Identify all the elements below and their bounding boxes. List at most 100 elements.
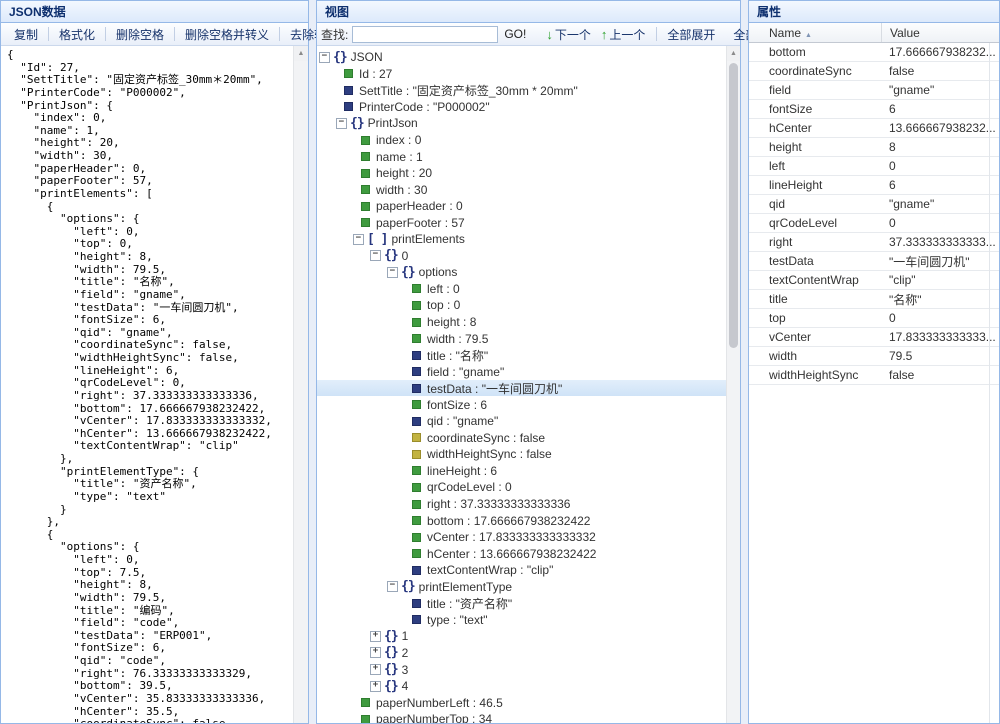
property-row[interactable]: height 8 xyxy=(749,138,999,157)
property-value: 8 xyxy=(881,138,999,156)
tree-node[interactable]: width : 30 xyxy=(317,181,726,198)
tree-scrollbar[interactable]: ▲ xyxy=(726,46,740,723)
tree-node[interactable]: +{}1 xyxy=(317,628,726,645)
property-row[interactable]: hCenter 13.666667938232... xyxy=(749,119,999,138)
property-row[interactable]: coordinateSync false xyxy=(749,62,999,81)
scroll-up-icon[interactable]: ▲ xyxy=(727,46,740,61)
tree-node[interactable]: hCenter : 13.666667938232422 xyxy=(317,545,726,562)
tree-node[interactable]: Id : 27 xyxy=(317,66,726,83)
expand-icon[interactable]: + xyxy=(370,664,381,675)
scrollbar-thumb[interactable] xyxy=(729,63,738,348)
search-input[interactable] xyxy=(352,26,498,43)
tree-node[interactable]: bottom : 17.666667938232422 xyxy=(317,512,726,529)
indent-guide xyxy=(317,612,334,629)
collapse-icon[interactable]: − xyxy=(319,52,330,63)
tree-node[interactable]: field : "gname" xyxy=(317,363,726,380)
collapse-icon[interactable]: − xyxy=(353,234,364,245)
property-row[interactable]: fontSize 6 xyxy=(749,100,999,119)
property-name: width xyxy=(749,349,881,363)
property-row[interactable]: vCenter 17.833333333333... xyxy=(749,328,999,347)
go-button[interactable]: GO! xyxy=(504,27,526,41)
tree-node[interactable]: height : 20 xyxy=(317,165,726,182)
left-toolbar-button-0[interactable]: 复制 xyxy=(5,26,47,43)
property-row[interactable]: testData "一车间圆刀机" xyxy=(749,252,999,271)
property-row[interactable]: lineHeight 6 xyxy=(749,176,999,195)
tree-node-label: paperHeader : 0 xyxy=(376,199,463,213)
tree-node[interactable]: vCenter : 17.833333333333332 xyxy=(317,529,726,546)
tree-node[interactable]: qid : "gname" xyxy=(317,413,726,430)
property-row[interactable]: field "gname" xyxy=(749,81,999,100)
tree-node[interactable]: +{}3 xyxy=(317,661,726,678)
left-toolbar-button-2[interactable]: 删除空格 xyxy=(107,26,173,43)
property-row[interactable]: qrCodeLevel 0 xyxy=(749,214,999,233)
prev-button[interactable]: ↑上一个 xyxy=(601,26,646,43)
tree-node[interactable]: widthHeightSync : false xyxy=(317,446,726,463)
collapse-icon[interactable]: − xyxy=(387,267,398,278)
collapse-icon[interactable]: − xyxy=(336,118,347,129)
property-row[interactable]: qid "gname" xyxy=(749,195,999,214)
tree-node[interactable]: testData : "一车间圆刀机" xyxy=(317,380,726,397)
tree-node[interactable]: SettTitle : "固定资产标签_30mm * 20mm" xyxy=(317,82,726,99)
json-text-editor[interactable]: { "Id": 27, "SettTitle": "固定资产标签_30mm＊20… xyxy=(1,46,308,723)
tree-node[interactable]: coordinateSync : false xyxy=(317,430,726,447)
tree-node[interactable]: name : 1 xyxy=(317,148,726,165)
tree-node[interactable]: title : "资产名称" xyxy=(317,595,726,612)
tree-node[interactable]: −{}JSON xyxy=(317,49,726,66)
left-scrollbar[interactable]: ▲ xyxy=(293,46,308,723)
property-name: fontSize xyxy=(749,102,881,116)
tree-node[interactable]: left : 0 xyxy=(317,281,726,298)
expand-icon[interactable]: + xyxy=(370,681,381,692)
expand-icon[interactable]: + xyxy=(370,647,381,658)
property-row[interactable]: top 0 xyxy=(749,309,999,328)
collapse-icon[interactable]: − xyxy=(387,581,398,592)
tree-node[interactable]: −{}printElementType xyxy=(317,579,726,596)
property-row[interactable]: bottom 17.666667938232... xyxy=(749,43,999,62)
left-toolbar-button-1[interactable]: 格式化 xyxy=(50,26,104,43)
indent-guide xyxy=(334,330,351,347)
property-row[interactable]: title "名称" xyxy=(749,290,999,309)
tree-node[interactable]: right : 37.33333333333336 xyxy=(317,496,726,513)
tree-node[interactable]: top : 0 xyxy=(317,297,726,314)
tree-node[interactable]: PrinterCode : "P000002" xyxy=(317,99,726,116)
tree-node[interactable]: −{}0 xyxy=(317,248,726,265)
column-header-value[interactable]: Value xyxy=(881,23,999,42)
tree-node[interactable]: paperFooter : 57 xyxy=(317,214,726,231)
json-raw-text[interactable]: { "Id": 27, "SettTitle": "固定资产标签_30mm＊20… xyxy=(1,46,293,723)
tree-node[interactable]: height : 8 xyxy=(317,314,726,331)
tree-node[interactable]: paperHeader : 0 xyxy=(317,198,726,215)
tree-node[interactable]: title : "名称" xyxy=(317,347,726,364)
column-header-name[interactable]: Name▲ xyxy=(749,26,881,40)
collapse-icon[interactable]: − xyxy=(370,250,381,261)
property-row[interactable]: left 0 xyxy=(749,157,999,176)
tree-node[interactable]: type : "text" xyxy=(317,612,726,629)
tree-node[interactable]: width : 79.5 xyxy=(317,330,726,347)
property-row[interactable]: width 79.5 xyxy=(749,347,999,366)
indent-guide xyxy=(351,479,368,496)
expand-icon[interactable]: + xyxy=(370,631,381,642)
left-toolbar-button-3[interactable]: 删除空格并转义 xyxy=(176,26,278,43)
property-value: "名称" xyxy=(881,290,999,308)
property-row[interactable]: textContentWrap "clip" xyxy=(749,271,999,290)
indent-guide xyxy=(385,512,402,529)
expand-all-button[interactable]: 全部展开 xyxy=(658,26,724,43)
tree-node[interactable]: +{}2 xyxy=(317,645,726,662)
sort-asc-icon: ▲ xyxy=(805,32,812,39)
tree-node[interactable]: fontSize : 6 xyxy=(317,396,726,413)
tree-node[interactable]: −{}PrintJson xyxy=(317,115,726,132)
tree-node[interactable]: paperNumberTop : 34 xyxy=(317,711,726,723)
next-button[interactable]: ↓下一个 xyxy=(546,26,591,43)
tree-node[interactable]: lineHeight : 6 xyxy=(317,463,726,480)
indent-guide xyxy=(334,264,351,281)
tree-node[interactable]: paperNumberLeft : 46.5 xyxy=(317,694,726,711)
tree-node[interactable]: −[ ]printElements xyxy=(317,231,726,248)
property-row[interactable]: right 37.333333333333... xyxy=(749,233,999,252)
tree-node[interactable]: −{}options xyxy=(317,264,726,281)
property-row[interactable]: widthHeightSync false xyxy=(749,366,999,385)
tree-node[interactable]: textContentWrap : "clip" xyxy=(317,562,726,579)
tree-node-label: printElementType xyxy=(419,580,512,594)
tree-node[interactable]: qrCodeLevel : 0 xyxy=(317,479,726,496)
tree-node-label: fontSize : 6 xyxy=(427,398,487,412)
tree-node[interactable]: index : 0 xyxy=(317,132,726,149)
tree-node[interactable]: +{}4 xyxy=(317,678,726,695)
scroll-up-icon[interactable]: ▲ xyxy=(294,46,308,61)
